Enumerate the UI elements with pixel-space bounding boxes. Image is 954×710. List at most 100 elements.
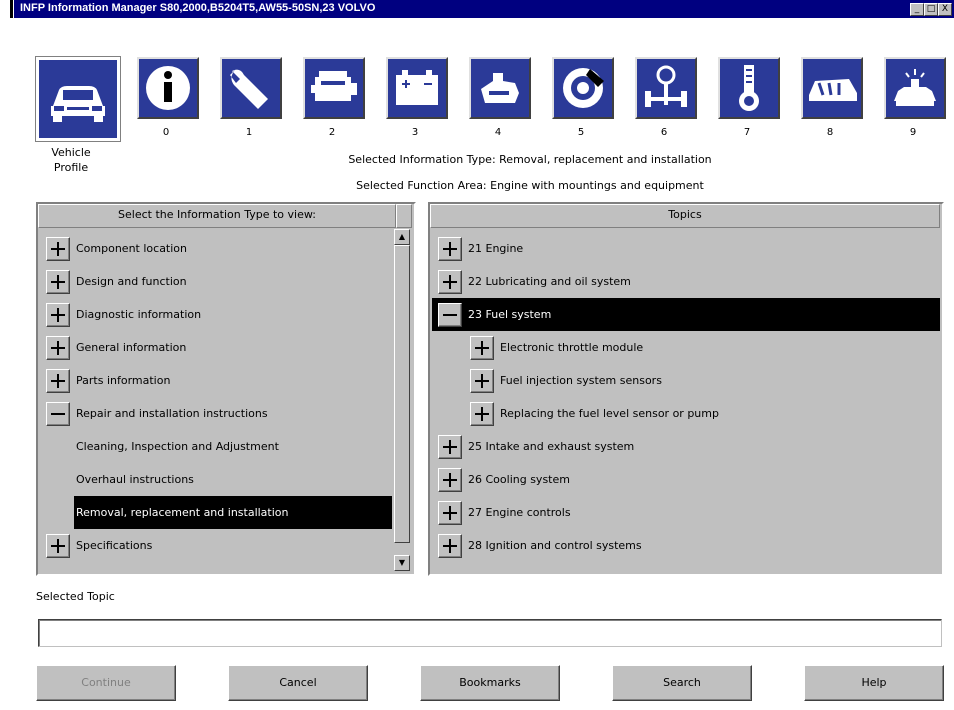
cancel-button[interactable]: Cancel	[228, 665, 368, 701]
list-item[interactable]: Cleaning, Inspection and Adjustment	[40, 430, 392, 463]
collapse-minus-icon[interactable]	[438, 303, 462, 327]
topics-header: Topics	[430, 204, 940, 228]
selected-topic-field[interactable]	[38, 619, 942, 647]
bookmarks-button[interactable]: Bookmarks	[420, 665, 560, 701]
icon-number-8: 8	[826, 127, 834, 138]
scroll-thumb[interactable]	[394, 245, 410, 543]
list-item[interactable]: 22 Lubricating and oil system	[432, 265, 940, 298]
information-type-header: Select the Information Type to view:	[38, 204, 396, 228]
expand-plus-icon[interactable]	[438, 237, 462, 261]
list-item-selected[interactable]: Removal, replacement and installation	[74, 496, 392, 529]
list-item[interactable]: Fuel injection system sensors	[432, 364, 940, 397]
list-item-label: Electronic throttle module	[500, 341, 644, 354]
close-button[interactable]: X	[938, 3, 952, 16]
window-edge	[10, 0, 13, 18]
suspension-spring-icon[interactable]	[718, 57, 780, 119]
expand-plus-icon[interactable]	[46, 270, 70, 294]
collapse-minus-icon[interactable]	[46, 402, 70, 426]
icon-number-9: 9	[909, 127, 917, 138]
selected-information-type: Selected Information Type: Removal, repl…	[348, 153, 712, 166]
icon-number-2: 2	[328, 127, 336, 138]
list-item-label: 25 Intake and exhaust system	[468, 440, 635, 453]
vehicle-profile-icon[interactable]	[35, 56, 121, 142]
list-item-selected[interactable]: 23 Fuel system	[432, 298, 940, 331]
list-item-label: Replacing the fuel level sensor or pump	[500, 407, 719, 420]
list-item[interactable]: 25 Intake and exhaust system	[432, 430, 940, 463]
icon-number-1: 1	[245, 127, 253, 138]
continue-button[interactable]: Continue	[36, 665, 176, 701]
list-item[interactable]: Specifications	[40, 529, 392, 562]
expand-plus-icon[interactable]	[46, 303, 70, 327]
selected-function-area: Selected Function Area: Engine with moun…	[356, 179, 704, 192]
list-item[interactable]: 21 Engine	[432, 232, 940, 265]
engine-icon[interactable]	[303, 57, 365, 119]
expand-plus-icon[interactable]	[46, 534, 70, 558]
expand-plus-icon[interactable]	[438, 468, 462, 492]
expand-plus-icon[interactable]	[470, 336, 494, 360]
list-item[interactable]: Parts information	[40, 364, 392, 397]
icon-number-5: 5	[577, 127, 585, 138]
icon-number-3: 3	[411, 127, 419, 138]
vertical-scrollbar[interactable]: ▲ ▼	[394, 229, 410, 571]
expand-plus-icon[interactable]	[46, 336, 70, 360]
list-item[interactable]: 26 Cooling system	[432, 463, 940, 496]
list-item-label: 26 Cooling system	[468, 473, 570, 486]
minimize-button[interactable]: _	[910, 3, 924, 16]
topics-list[interactable]: Topics 21 Engine 22 Lubricating and oil …	[428, 202, 944, 576]
list-item-label: Cleaning, Inspection and Adjustment	[76, 440, 279, 453]
transmission-icon[interactable]	[469, 57, 531, 119]
list-item[interactable]: Replacing the fuel level sensor or pump	[432, 397, 940, 430]
info-icon[interactable]	[137, 57, 199, 119]
scroll-up-arrow-icon[interactable]: ▲	[394, 229, 410, 245]
list-item[interactable]: Electronic throttle module	[432, 331, 940, 364]
title-bar: INFP Information Manager S80,2000,B5204T…	[0, 0, 954, 18]
expand-plus-icon[interactable]	[46, 237, 70, 261]
list-item-label: Overhaul instructions	[76, 473, 194, 486]
header-spacer	[396, 204, 412, 228]
list-item-label: Design and function	[76, 275, 187, 288]
list-item[interactable]: 27 Engine controls	[432, 496, 940, 529]
expand-plus-icon[interactable]	[438, 270, 462, 294]
list-item-label: 28 Ignition and control systems	[468, 539, 642, 552]
icon-number-7: 7	[743, 127, 751, 138]
body-interior-icon[interactable]	[801, 57, 863, 119]
scroll-down-arrow-icon[interactable]: ▼	[394, 555, 410, 571]
expand-plus-icon[interactable]	[470, 402, 494, 426]
list-item[interactable]: Repair and installation instructions	[40, 397, 392, 430]
list-item-label: General information	[76, 341, 187, 354]
icon-number-0: 0	[162, 127, 170, 138]
list-item-label: Removal, replacement and installation	[76, 506, 289, 519]
selected-topic-label: Selected Topic	[36, 590, 115, 603]
information-type-list[interactable]: Select the Information Type to view: Com…	[36, 202, 416, 576]
expand-plus-icon[interactable]	[438, 435, 462, 459]
list-item-label: Repair and installation instructions	[76, 407, 268, 420]
battery-icon[interactable]	[386, 57, 448, 119]
list-item-label: Parts information	[76, 374, 171, 387]
list-item[interactable]: Design and function	[40, 265, 392, 298]
expand-plus-icon[interactable]	[438, 534, 462, 558]
expand-plus-icon[interactable]	[470, 369, 494, 393]
list-item-label: 21 Engine	[468, 242, 524, 255]
help-button[interactable]: Help	[804, 665, 944, 701]
list-item[interactable]: General information	[40, 331, 392, 364]
expand-plus-icon[interactable]	[438, 501, 462, 525]
steering-axle-icon[interactable]	[635, 57, 697, 119]
list-item-label: Diagnostic information	[76, 308, 202, 321]
vehicle-profile-label: Vehicle Profile	[51, 146, 91, 174]
list-item[interactable]: Overhaul instructions	[40, 463, 392, 496]
list-item-label: Specifications	[76, 539, 153, 552]
brake-disc-icon[interactable]	[552, 57, 614, 119]
window-title: INFP Information Manager S80,2000,B5204T…	[20, 2, 376, 14]
expand-plus-icon[interactable]	[46, 369, 70, 393]
list-item-label: 23 Fuel system	[468, 308, 552, 321]
list-item[interactable]: 28 Ignition and control systems	[432, 529, 940, 562]
list-item[interactable]: Diagnostic information	[40, 298, 392, 331]
wrench-icon[interactable]	[220, 57, 282, 119]
list-item-label: Fuel injection system sensors	[500, 374, 662, 387]
emergency-vehicle-icon[interactable]	[884, 57, 946, 119]
maximize-button[interactable]: □	[924, 3, 938, 16]
icon-number-6: 6	[660, 127, 668, 138]
search-button[interactable]: Search	[612, 665, 752, 701]
list-item[interactable]: Component location	[40, 232, 392, 265]
list-item-label: 27 Engine controls	[468, 506, 571, 519]
